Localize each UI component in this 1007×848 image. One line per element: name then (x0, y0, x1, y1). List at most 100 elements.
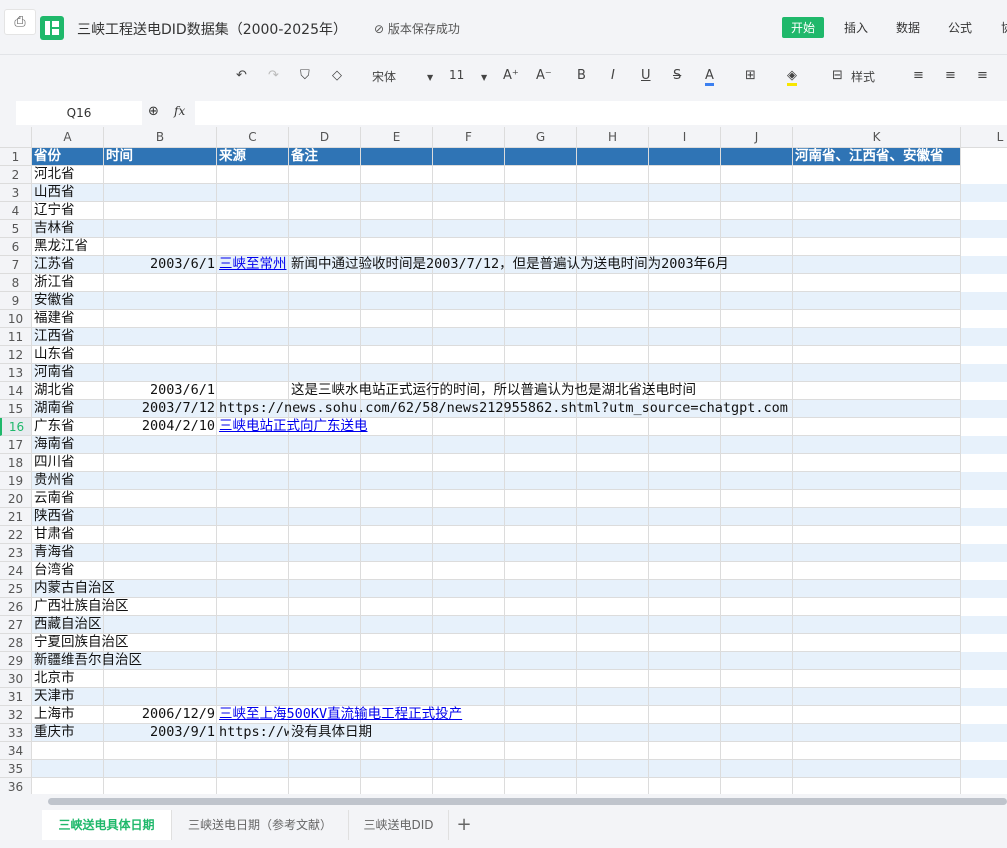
cell-K6[interactable] (793, 238, 961, 256)
name-box[interactable]: Q16 (16, 101, 142, 125)
cell-I12[interactable] (649, 346, 721, 364)
cell-G11[interactable] (505, 328, 577, 346)
cell-C34[interactable] (217, 742, 289, 760)
cell-I19[interactable] (649, 472, 721, 490)
cell-J5[interactable] (721, 220, 793, 238)
menu-data[interactable]: 数据 (887, 17, 929, 38)
cell-K9[interactable] (793, 292, 961, 310)
cell-H36[interactable] (577, 778, 649, 794)
cell-C31[interactable] (217, 688, 289, 706)
align-center-icon[interactable]: ≡ (945, 68, 956, 83)
cell-D23[interactable] (289, 544, 361, 562)
cell-C13[interactable] (217, 364, 289, 382)
font-select[interactable]: 宋体 (372, 68, 396, 85)
row-header-15[interactable]: 15 (0, 400, 32, 418)
format-painter-icon[interactable]: ⛉ (300, 68, 310, 83)
cell-I24[interactable] (649, 562, 721, 580)
cell-A35[interactable] (32, 760, 104, 778)
cell-F4[interactable] (433, 202, 505, 220)
cell-B2[interactable] (104, 166, 217, 184)
cell-H29[interactable] (577, 652, 649, 670)
cell-I4[interactable] (649, 202, 721, 220)
cell-J14[interactable] (721, 382, 793, 400)
cell-K3[interactable] (793, 184, 961, 202)
row-header-29[interactable]: 29 (0, 652, 32, 670)
cell-I28[interactable] (649, 634, 721, 652)
cell-F19[interactable] (433, 472, 505, 490)
cell-K18[interactable] (793, 454, 961, 472)
cell-F30[interactable] (433, 670, 505, 688)
cell-D25[interactable] (289, 580, 361, 598)
cell-style-icon[interactable]: ⊟ (832, 68, 843, 83)
cell-E16[interactable] (361, 418, 433, 436)
cell-H6[interactable] (577, 238, 649, 256)
cell-J31[interactable] (721, 688, 793, 706)
cell-I5[interactable] (649, 220, 721, 238)
row-header-19[interactable]: 19 (0, 472, 32, 490)
cell-G19[interactable] (505, 472, 577, 490)
cell-A36[interactable] (32, 778, 104, 794)
row-header-23[interactable]: 23 (0, 544, 32, 562)
cell-A34[interactable] (32, 742, 104, 760)
row-header-30[interactable]: 30 (0, 670, 32, 688)
sheet-tab-specific-dates[interactable]: 三峡送电具体日期 (42, 810, 172, 840)
cell-J22[interactable] (721, 526, 793, 544)
cell-F17[interactable] (433, 436, 505, 454)
cell-K23[interactable] (793, 544, 961, 562)
cell-E11[interactable] (361, 328, 433, 346)
cell-C29[interactable] (217, 652, 289, 670)
cell-E36[interactable] (361, 778, 433, 794)
cell-C28[interactable] (217, 634, 289, 652)
cell-C19[interactable] (217, 472, 289, 490)
border-icon[interactable]: ⊞ (745, 68, 756, 83)
cell-G29[interactable] (505, 652, 577, 670)
cell-F20[interactable] (433, 490, 505, 508)
cell-J3[interactable] (721, 184, 793, 202)
cell-H3[interactable] (577, 184, 649, 202)
cell-D18[interactable] (289, 454, 361, 472)
cell-E6[interactable] (361, 238, 433, 256)
cell-I22[interactable] (649, 526, 721, 544)
decrease-font-icon[interactable]: A⁻ (536, 68, 552, 83)
row-header-21[interactable]: 21 (0, 508, 32, 526)
cell-F21[interactable] (433, 508, 505, 526)
cell-J4[interactable] (721, 202, 793, 220)
menu-start[interactable]: 开始 (782, 17, 825, 38)
cell-G25[interactable] (505, 580, 577, 598)
cell-J9[interactable] (721, 292, 793, 310)
underline-icon[interactable]: U (641, 68, 651, 83)
cell-H21[interactable] (577, 508, 649, 526)
cell-F36[interactable] (433, 778, 505, 794)
cell-B10[interactable] (104, 310, 217, 328)
cell-K2[interactable] (793, 166, 961, 184)
cell-F2[interactable] (433, 166, 505, 184)
cell-G30[interactable] (505, 670, 577, 688)
cell-J2[interactable] (721, 166, 793, 184)
cell-K22[interactable] (793, 526, 961, 544)
cell-K33[interactable] (793, 724, 961, 742)
cell-C17[interactable] (217, 436, 289, 454)
cell-K11[interactable] (793, 328, 961, 346)
fill-color-icon[interactable]: ◈ (787, 68, 797, 86)
cell-I33[interactable] (649, 724, 721, 742)
cell-I29[interactable] (649, 652, 721, 670)
cell-E18[interactable] (361, 454, 433, 472)
add-sheet-button[interactable]: + (449, 810, 479, 840)
cell-I8[interactable] (649, 274, 721, 292)
cell-J1[interactable] (721, 148, 793, 166)
cell-K27[interactable] (793, 616, 961, 634)
cell-B34[interactable] (104, 742, 217, 760)
cell-F16[interactable] (433, 418, 505, 436)
cell-K35[interactable] (793, 760, 961, 778)
cell-J10[interactable] (721, 310, 793, 328)
eraser-icon[interactable]: ◇ (332, 68, 342, 83)
cell-F23[interactable] (433, 544, 505, 562)
cell-C5[interactable] (217, 220, 289, 238)
cell-G23[interactable] (505, 544, 577, 562)
cell-D30[interactable] (289, 670, 361, 688)
cell-B6[interactable] (104, 238, 217, 256)
cell-I1[interactable] (649, 148, 721, 166)
cell-E30[interactable] (361, 670, 433, 688)
cell-C18[interactable] (217, 454, 289, 472)
cell-E9[interactable] (361, 292, 433, 310)
